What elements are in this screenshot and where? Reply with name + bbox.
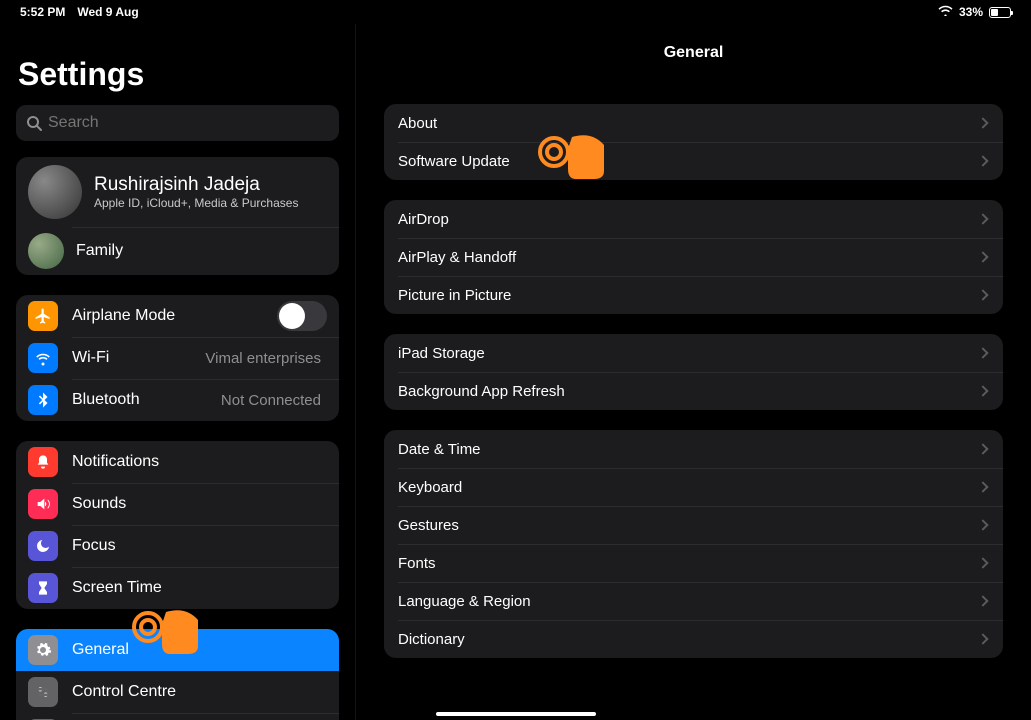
gestures-label: Gestures [398, 517, 979, 534]
software-update-row[interactable]: Software Update [384, 142, 1003, 180]
device-group: General Control Centre AA Display & Brig… [16, 629, 339, 720]
search-input[interactable] [48, 114, 329, 132]
bell-icon [28, 447, 58, 477]
fonts-label: Fonts [398, 555, 979, 572]
search-field[interactable] [16, 105, 339, 141]
sounds-label: Sounds [72, 495, 327, 513]
keyboard-row[interactable]: Keyboard [384, 468, 1003, 506]
chevron-right-icon [977, 117, 988, 128]
wifi-row[interactable]: Wi-Fi Vimal enterprises [16, 337, 339, 379]
airplane-label: Airplane Mode [72, 307, 277, 325]
chevron-right-icon [977, 385, 988, 396]
background-app-refresh-row[interactable]: Background App Refresh [384, 372, 1003, 410]
dictionary-label: Dictionary [398, 631, 979, 648]
screentime-label: Screen Time [72, 579, 327, 597]
general-row[interactable]: General [16, 629, 339, 671]
airdrop-group: AirDrop AirPlay & Handoff Picture in Pic… [384, 200, 1003, 314]
chevron-right-icon [977, 213, 988, 224]
hourglass-icon [28, 573, 58, 603]
settings-sidebar: Settings Rushirajsinh Jadeja Apple ID, i… [0, 24, 356, 720]
bluetooth-label: Bluetooth [72, 391, 221, 409]
control-centre-row[interactable]: Control Centre [16, 671, 339, 713]
focus-row[interactable]: Focus [16, 525, 339, 567]
ipad-storage-label: iPad Storage [398, 345, 979, 362]
connectivity-group: Airplane Mode Wi-Fi Vimal enterprises Bl… [16, 295, 339, 421]
notifications-label: Notifications [72, 453, 327, 471]
airplane-toggle[interactable] [277, 301, 327, 331]
account-name: Rushirajsinh Jadeja [94, 174, 298, 196]
airplay-handoff-label: AirPlay & Handoff [398, 249, 979, 266]
chevron-right-icon [977, 251, 988, 262]
family-label: Family [76, 242, 327, 260]
chevron-right-icon [977, 595, 988, 606]
general-detail-pane: General About Software Update AirDrop Ai… [356, 24, 1031, 720]
chevron-right-icon [977, 155, 988, 166]
picture-in-picture-row[interactable]: Picture in Picture [384, 276, 1003, 314]
system-group: Date & Time Keyboard Gestures Fonts Lang… [384, 430, 1003, 658]
bluetooth-row[interactable]: Bluetooth Not Connected [16, 379, 339, 421]
control-centre-label: Control Centre [72, 683, 327, 701]
date-time-label: Date & Time [398, 441, 979, 458]
airdrop-label: AirDrop [398, 211, 979, 228]
status-date: Wed 9 Aug [77, 5, 138, 19]
home-indicator[interactable] [436, 712, 596, 716]
search-icon [26, 115, 42, 131]
bluetooth-icon [28, 385, 58, 415]
fonts-row[interactable]: Fonts [384, 544, 1003, 582]
avatar [28, 165, 82, 219]
alerts-group: Notifications Sounds Focus Screen Time [16, 441, 339, 609]
chevron-right-icon [977, 289, 988, 300]
about-row[interactable]: About [384, 104, 1003, 142]
account-group: Rushirajsinh Jadeja Apple ID, iCloud+, M… [16, 157, 339, 275]
keyboard-label: Keyboard [398, 479, 979, 496]
airplane-mode-row[interactable]: Airplane Mode [16, 295, 339, 337]
dictionary-row[interactable]: Dictionary [384, 620, 1003, 658]
language-region-row[interactable]: Language & Region [384, 582, 1003, 620]
status-time: 5:52 PM [20, 5, 65, 19]
wifi-settings-icon [28, 343, 58, 373]
screentime-row[interactable]: Screen Time [16, 567, 339, 609]
battery-percent: 33% [959, 5, 983, 19]
general-label: General [72, 641, 327, 659]
airdrop-row[interactable]: AirDrop [384, 200, 1003, 238]
airplane-icon [28, 301, 58, 331]
display-brightness-row[interactable]: AA Display & Brightness [16, 713, 339, 720]
chevron-right-icon [977, 557, 988, 568]
picture-in-picture-label: Picture in Picture [398, 287, 979, 304]
speaker-icon [28, 489, 58, 519]
apple-id-row[interactable]: Rushirajsinh Jadeja Apple ID, iCloud+, M… [16, 157, 339, 227]
wifi-icon [938, 5, 953, 19]
wifi-label: Wi-Fi [72, 349, 205, 367]
airplay-handoff-row[interactable]: AirPlay & Handoff [384, 238, 1003, 276]
sounds-row[interactable]: Sounds [16, 483, 339, 525]
background-app-refresh-label: Background App Refresh [398, 383, 979, 400]
status-bar: 5:52 PM Wed 9 Aug 33% [0, 0, 1031, 24]
account-sub: Apple ID, iCloud+, Media & Purchases [94, 196, 298, 210]
storage-group: iPad Storage Background App Refresh [384, 334, 1003, 410]
moon-icon [28, 531, 58, 561]
battery-icon [989, 7, 1011, 18]
sliders-icon [28, 677, 58, 707]
gestures-row[interactable]: Gestures [384, 506, 1003, 544]
language-region-label: Language & Region [398, 593, 979, 610]
gear-icon [28, 635, 58, 665]
chevron-right-icon [977, 519, 988, 530]
focus-label: Focus [72, 537, 327, 555]
about-group: About Software Update [384, 104, 1003, 180]
software-update-label: Software Update [398, 153, 979, 170]
notifications-row[interactable]: Notifications [16, 441, 339, 483]
bluetooth-value: Not Connected [221, 392, 321, 409]
about-label: About [398, 115, 979, 132]
chevron-right-icon [977, 633, 988, 644]
chevron-right-icon [977, 347, 988, 358]
family-row[interactable]: Family [16, 227, 339, 275]
family-avatar [28, 233, 64, 269]
chevron-right-icon [977, 443, 988, 454]
settings-title: Settings [18, 56, 339, 93]
chevron-right-icon [977, 481, 988, 492]
wifi-value: Vimal enterprises [205, 350, 321, 367]
date-time-row[interactable]: Date & Time [384, 430, 1003, 468]
ipad-storage-row[interactable]: iPad Storage [384, 334, 1003, 372]
detail-title: General [384, 44, 1003, 62]
